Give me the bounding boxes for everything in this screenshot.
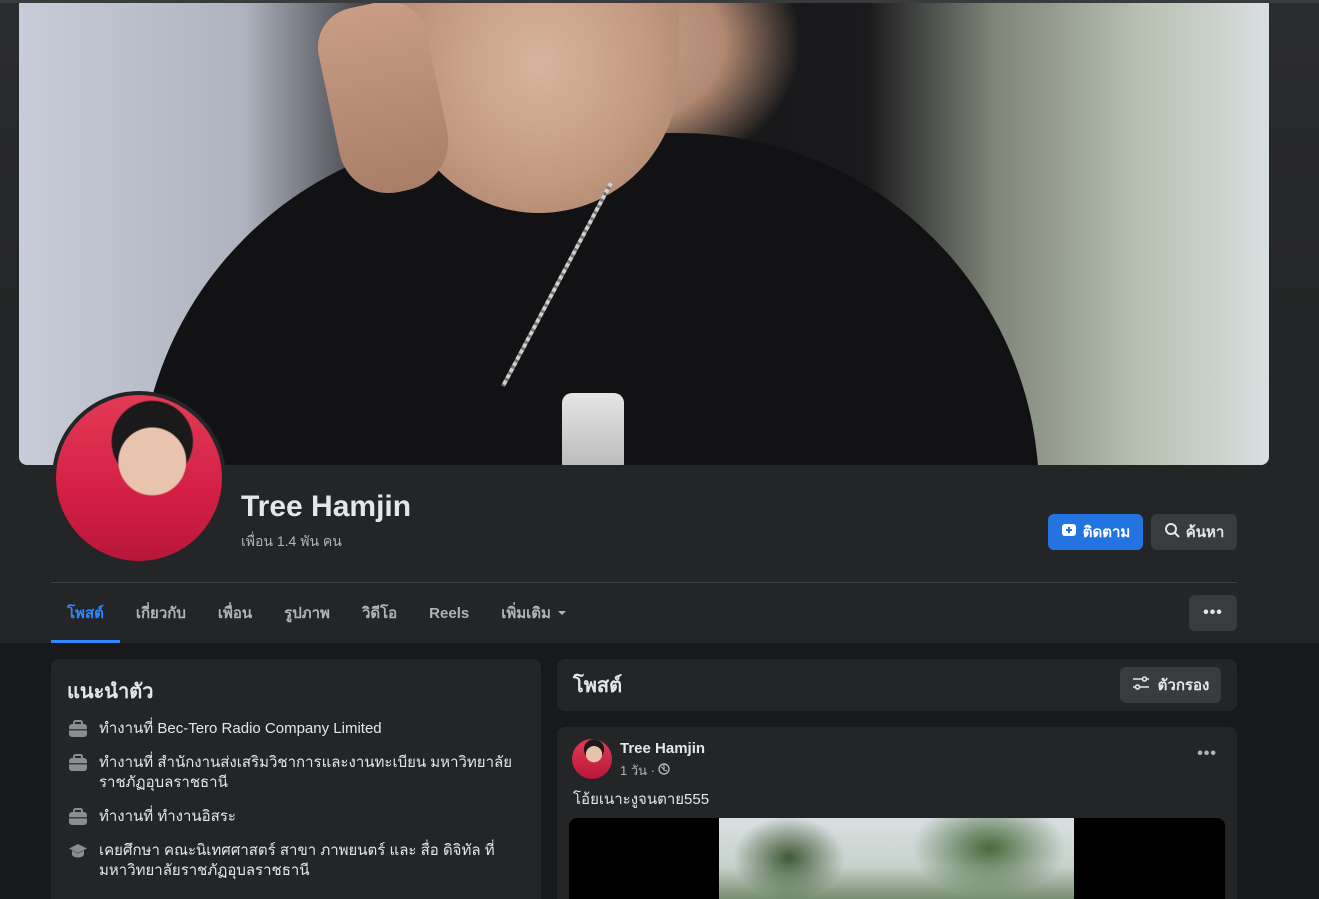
post-author-name[interactable]: Tree Hamjin [620, 740, 705, 757]
intro-list: ทำงานที่ Bec-Tero Radio Company Limited … [67, 719, 525, 881]
follow-icon [1061, 522, 1077, 542]
caret-down-icon [557, 605, 567, 622]
intro-item: ทำงานที่ สำนักงานส่งเสริมวิชาการและงานทะ… [67, 753, 525, 793]
intro-item-text: ทำงานที่ ทำงานอิสระ [99, 808, 236, 825]
briefcase-icon [67, 753, 89, 773]
tab-about[interactable]: เกี่ยวกับ [120, 583, 202, 643]
tab-videos[interactable]: วิดีโอ [346, 583, 413, 643]
post-text: โอ้ยเนาะงูจนตาย555 [573, 791, 710, 808]
profile-name: Tree Hamjin [241, 490, 412, 523]
intro-card: แนะนำตัว ทำงานที่ Bec-Tero Radio Company… [51, 659, 541, 899]
graduation-cap-icon [67, 841, 89, 861]
cover-photo[interactable] [19, 3, 1269, 465]
briefcase-icon [67, 807, 89, 827]
profile-more-button[interactable]: ••• [1189, 595, 1237, 631]
friends-count[interactable]: เพื่อน 1.4 พัน คน [241, 531, 342, 553]
profile-page: Tree Hamjin เพื่อน 1.4 พัน คน ติดตาม ค้น… [0, 0, 1319, 899]
posts-header-card: โพสต์ ตัวกรอง [557, 659, 1237, 711]
intro-item: ทำงานที่ Bec-Tero Radio Company Limited [67, 719, 525, 739]
search-button[interactable]: ค้นหา [1151, 514, 1237, 550]
tab-friends[interactable]: เพื่อน [202, 583, 268, 643]
intro-item-text: ทำงานที่ Bec-Tero Radio Company Limited [99, 720, 382, 737]
search-label: ค้นหา [1185, 524, 1225, 541]
intro-item-text: ทำงานที่ สำนักงานส่งเสริมวิชาการและงานทะ… [99, 754, 512, 791]
intro-title: แนะนำตัว [67, 681, 154, 703]
profile-avatar[interactable] [52, 391, 226, 565]
intro-item: เคยศึกษา คณะนิเทศศาสตร์ สาขา ภาพยนตร์ แล… [67, 841, 525, 881]
post-media[interactable] [569, 818, 1225, 899]
profile-tabs: โพสต์ เกี่ยวกับ เพื่อน รูปภาพ วิดีโอ Ree… [51, 583, 583, 643]
search-icon [1164, 522, 1180, 542]
post-author-avatar[interactable] [572, 739, 612, 779]
follow-label: ติดตาม [1082, 524, 1131, 541]
more-dots-icon: ••• [1203, 604, 1223, 621]
intro-item-text: เคยศึกษา คณะนิเทศศาสตร์ สาขา ภาพยนตร์ แล… [99, 842, 495, 879]
posts-title: โพสต์ [573, 675, 623, 697]
tab-photos[interactable]: รูปภาพ [268, 583, 346, 643]
filter-button[interactable]: ตัวกรอง [1120, 667, 1221, 703]
post-photo [719, 818, 1074, 899]
post-meta: 1 วัน · [620, 760, 670, 781]
filter-icon [1132, 675, 1150, 695]
post-time[interactable]: 1 วัน · [620, 760, 655, 781]
tab-reels[interactable]: Reels [413, 583, 485, 643]
tab-more[interactable]: เพิ่มเติม [485, 583, 583, 643]
filter-label: ตัวกรอง [1157, 677, 1210, 694]
intro-item: ทำงานที่ ทำงานอิสระ [67, 807, 525, 827]
globe-icon [658, 763, 670, 778]
briefcase-icon [67, 719, 89, 739]
post-card: Tree Hamjin 1 วัน · ••• โอ้ยเนาะงูจนตาย5… [557, 727, 1237, 899]
more-dots-icon: ••• [1197, 745, 1217, 762]
post-options-button[interactable]: ••• [1197, 745, 1217, 763]
tab-posts[interactable]: โพสต์ [51, 583, 120, 643]
follow-button[interactable]: ติดตาม [1048, 514, 1143, 550]
